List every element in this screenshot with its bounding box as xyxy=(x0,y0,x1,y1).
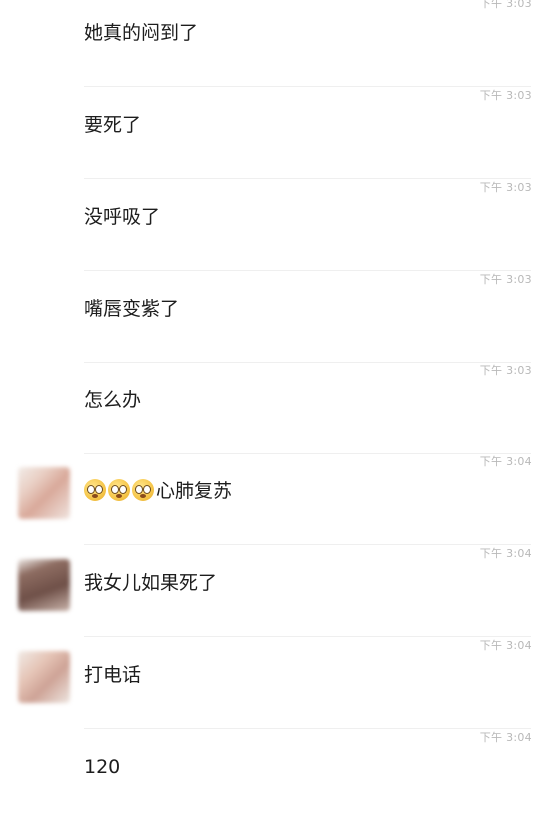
message-text-with-emoji: 心肺复苏 xyxy=(84,479,232,503)
astonished-face-emoji-icon xyxy=(132,479,154,501)
astonished-face-emoji-icon xyxy=(108,479,130,501)
chat-message[interactable]: 下午 3:04 120 xyxy=(0,729,553,821)
message-text: 打电话 xyxy=(84,664,142,686)
chat-message-list: 下午 3:03 她真的闷到了 下午 3:03 要死了 下午 3:03 没呼吸了 … xyxy=(0,0,553,795)
sender-avatar[interactable] xyxy=(18,651,70,703)
message-timestamp: 下午 3:04 xyxy=(479,547,532,560)
message-timestamp: 下午 3:04 xyxy=(479,455,532,468)
message-text: 嘴唇变紫了 xyxy=(84,298,180,320)
message-text: 没呼吸了 xyxy=(84,206,161,228)
message-timestamp: 下午 3:03 xyxy=(479,89,532,102)
message-timestamp: 下午 3:04 xyxy=(479,731,532,744)
message-timestamp: 下午 3:03 xyxy=(479,364,532,377)
sender-avatar[interactable] xyxy=(18,467,70,519)
chat-message[interactable]: 下午 3:04 打电话 xyxy=(0,637,553,729)
message-timestamp: 下午 3:03 xyxy=(479,0,532,10)
chat-message[interactable]: 下午 3:04 我女儿如果死了 xyxy=(0,545,553,637)
astonished-face-emoji-icon xyxy=(84,479,106,501)
message-text: 要死了 xyxy=(84,114,142,136)
chat-message[interactable]: 下午 3:03 嘴唇变紫了 xyxy=(0,271,553,363)
message-text: 120 xyxy=(84,756,121,778)
chat-message[interactable]: 下午 3:03 要死了 xyxy=(0,87,553,179)
message-text: 怎么办 xyxy=(84,389,142,411)
chat-message[interactable]: 下午 3:04 心肺复苏 xyxy=(0,453,553,545)
message-text: 我女儿如果死了 xyxy=(84,572,218,594)
message-timestamp: 下午 3:03 xyxy=(479,181,532,194)
message-timestamp: 下午 3:04 xyxy=(479,639,532,652)
chat-message[interactable]: 下午 3:03 怎么办 xyxy=(0,362,553,454)
message-text: 心肺复苏 xyxy=(156,480,233,502)
chat-message[interactable]: 下午 3:03 她真的闷到了 xyxy=(0,0,553,87)
sender-avatar[interactable] xyxy=(18,559,70,611)
chat-message[interactable]: 下午 3:03 没呼吸了 xyxy=(0,179,553,271)
message-text: 她真的闷到了 xyxy=(84,22,199,44)
message-timestamp: 下午 3:03 xyxy=(479,273,532,286)
